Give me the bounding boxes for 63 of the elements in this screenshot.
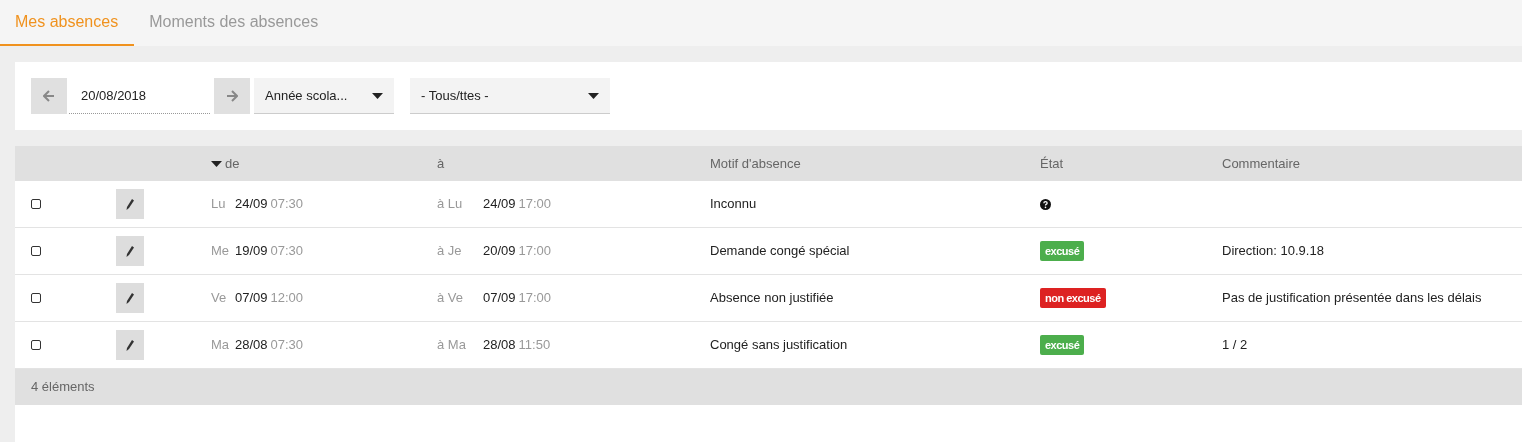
date-text: 28/08 (483, 336, 516, 355)
next-button[interactable] (214, 78, 250, 114)
category-dropdown[interactable]: - Tous/ttes - (410, 78, 610, 114)
comment-text: Direction: 10.9.18 (1222, 243, 1324, 259)
edit-button[interactable] (116, 189, 144, 219)
time-text: 07:30 (270, 242, 304, 261)
date-text: 28/08 (235, 336, 268, 355)
row-checkbox[interactable] (31, 199, 41, 209)
date-field[interactable]: 20/08/2018 (69, 78, 210, 114)
period-dropdown[interactable]: Année scola... (254, 78, 394, 114)
date-text: 07/09 (483, 289, 516, 308)
arrow-right-icon (226, 90, 238, 102)
caret-icon (372, 92, 383, 99)
pencil-icon (126, 339, 134, 351)
caret-icon (588, 92, 599, 99)
pencil-icon (126, 245, 134, 257)
day-label: Ve (211, 289, 228, 308)
day-label: à Lu (437, 195, 464, 214)
edit-button[interactable] (116, 236, 144, 266)
pencil-icon (126, 292, 134, 304)
date-text: 07/09 (235, 289, 268, 308)
day-label: Me (211, 242, 231, 261)
column-header[interactable]: de (200, 153, 437, 174)
pencil-icon (126, 198, 134, 210)
row-checkbox[interactable] (31, 293, 41, 303)
previous-button[interactable] (31, 78, 67, 114)
reason-text: Demande congé spécial (710, 242, 850, 261)
date-text: 20/09 (483, 242, 516, 261)
status-badge: excusé (1040, 240, 1085, 262)
day-label: à Ma (437, 336, 467, 355)
row-checkbox[interactable] (31, 340, 41, 350)
status-badge: non excusé (1040, 287, 1106, 309)
column-header[interactable]: État (1040, 153, 1222, 174)
time-text: 07:30 (270, 195, 304, 214)
edit-button[interactable] (116, 330, 144, 360)
time-text: 17:00 (518, 195, 552, 214)
day-label: Lu (211, 195, 227, 214)
time-text: 11:50 (518, 336, 551, 355)
time-text: 07:30 (270, 336, 304, 355)
row-checkbox[interactable] (31, 246, 41, 256)
time-text: 17:00 (518, 242, 552, 261)
edit-button[interactable] (116, 283, 144, 313)
reason-text: Inconnu (710, 195, 757, 214)
item-count: 4 éléments (31, 378, 95, 397)
day-label: Ma (211, 336, 231, 355)
column-header[interactable]: Commentaire (1222, 153, 1522, 174)
time-text: 17:00 (518, 289, 552, 308)
reason-text: Congé sans justification (710, 336, 848, 355)
status-badge: excusé (1040, 334, 1085, 356)
date-text: 19/09 (235, 242, 268, 261)
column-header[interactable]: à (437, 153, 710, 174)
tab[interactable]: Moments des absences (134, 0, 334, 46)
date-text: 24/09 (483, 195, 516, 214)
arrow-left-icon (43, 90, 55, 102)
comment-text: 1 / 2 (1222, 337, 1248, 353)
time-text: 12:00 (270, 289, 304, 308)
day-label: à Je (437, 242, 463, 261)
reason-text: Absence non justifiée (710, 289, 834, 308)
column-header[interactable]: Motif d'absence (710, 153, 1040, 174)
comment-text: Pas de justification présentée dans les délais (1222, 290, 1482, 306)
day-label: à Ve (437, 289, 465, 308)
sort-caret-icon (211, 160, 222, 167)
date-text: 24/09 (235, 195, 268, 214)
